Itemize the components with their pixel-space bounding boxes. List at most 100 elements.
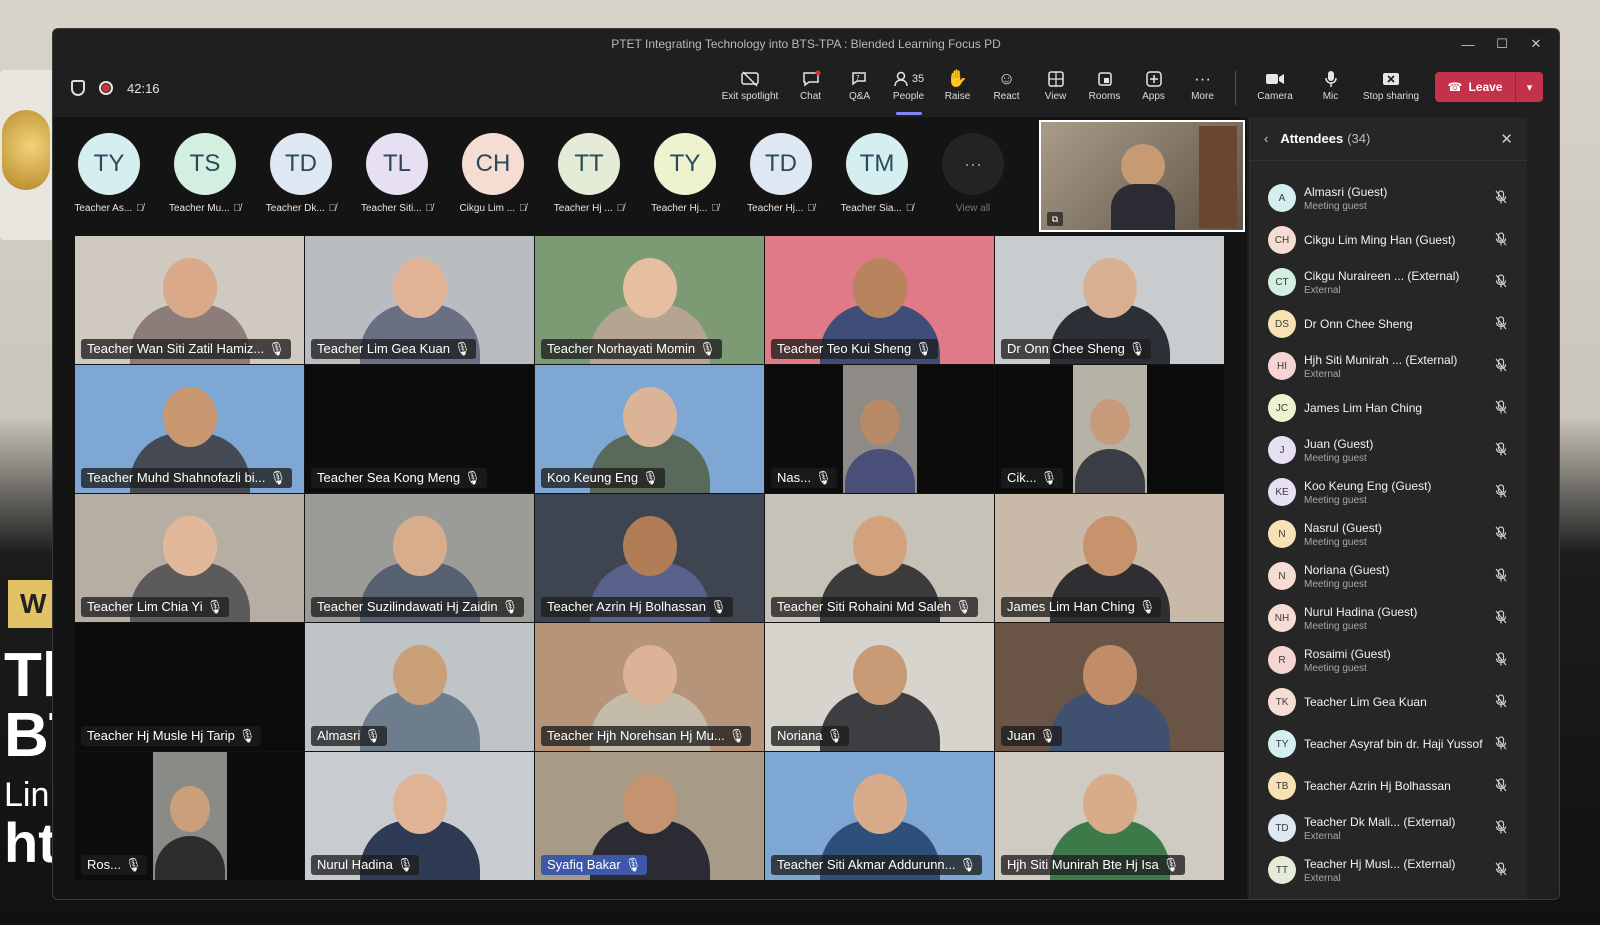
mic-off-icon: 🎙̸	[136, 203, 144, 214]
video-tile[interactable]: Teacher Azrin Hj Bolhassan 🎙	[535, 494, 765, 623]
spotlight-video[interactable]: ⧉	[1039, 120, 1245, 232]
back-chevron-icon[interactable]: ‹	[1264, 131, 1268, 146]
participant-face	[852, 516, 907, 576]
camera-button[interactable]: Camera	[1244, 67, 1306, 111]
avatar: R	[1268, 646, 1296, 674]
avatar: TK	[1268, 688, 1296, 716]
leave-options-button[interactable]: ▾	[1515, 72, 1543, 102]
attendee-name: Juan (Guest)	[1304, 436, 1374, 451]
attendee-text: Cikgu Nuraireen ... (External) External	[1304, 269, 1493, 296]
strip-participant[interactable]: TY Teacher Hj... 🎙̸	[637, 121, 733, 231]
video-tile[interactable]: Cik... 🎙	[995, 365, 1225, 494]
video-tile[interactable]: James Lim Han Ching 🎙	[995, 494, 1225, 623]
strip-participant-name: Teacher Hj ...	[553, 203, 613, 214]
chat-button[interactable]: Chat	[786, 67, 835, 111]
meeting-status: 42:16	[71, 80, 160, 96]
video-tile[interactable]: Dr Onn Chee Sheng 🎙	[995, 236, 1225, 365]
video-tile[interactable]: Teacher Muhd Shahnofazli bi... 🎙	[75, 365, 305, 494]
attendee-row[interactable]: A Almasri (Guest) Meeting guest	[1250, 177, 1527, 219]
people-button[interactable]: 35 People	[884, 67, 933, 115]
mic-button[interactable]: Mic	[1306, 67, 1355, 111]
more-button[interactable]: ··· More	[1178, 67, 1227, 111]
attendee-row[interactable]: DS Dr Onn Chee Sheng	[1250, 303, 1527, 345]
more-label: More	[1191, 91, 1214, 102]
attendee-row[interactable]: N Nasrul (Guest) Meeting guest	[1250, 513, 1527, 555]
attendee-row[interactable]: R Rosaimi (Guest) Meeting guest	[1250, 639, 1527, 681]
mic-icon: 🎙	[268, 341, 285, 356]
attendee-name: Koo Keung Eng (Guest)	[1304, 478, 1432, 493]
strip-participant-name: Teacher Siti...	[360, 203, 422, 214]
video-tile[interactable]: Teacher Sea Kong Meng 🎙	[305, 365, 535, 494]
strip-participant[interactable]: TY Teacher As... 🎙̸	[61, 121, 157, 231]
strip-participant[interactable]: TL Teacher Siti... 🎙̸	[349, 121, 445, 231]
rooms-button[interactable]: Rooms	[1080, 67, 1129, 111]
mic-off-icon	[1493, 525, 1509, 543]
video-tile[interactable]: Almasri 🎙	[305, 623, 535, 752]
video-tile[interactable]: Teacher Norhayati Momin 🎙	[535, 236, 765, 365]
video-tile[interactable]: Syafiq Bakar 🎙	[535, 752, 765, 881]
video-tile[interactable]: Juan 🎙	[995, 623, 1225, 752]
video-tile[interactable]: Noriana 🎙	[765, 623, 995, 752]
video-tile[interactable]: Nas... 🎙	[765, 365, 995, 494]
video-tile[interactable]: Teacher Suzilindawati Hj Zaidin 🎙	[305, 494, 535, 623]
stop-sharing-button[interactable]: Stop sharing	[1355, 67, 1427, 111]
attendee-row[interactable]: KE Koo Keung Eng (Guest) Meeting guest	[1250, 471, 1527, 513]
exit-spotlight-button[interactable]: Exit spotlight	[714, 67, 786, 111]
video-tile[interactable]: Teacher Siti Akmar Addurunn... 🎙	[765, 752, 995, 881]
qa-button[interactable]: ? Q&A	[835, 67, 884, 111]
video-tile[interactable]: Teacher Teo Kui Sheng 🎙	[765, 236, 995, 365]
attendees-list: A Almasri (Guest) Meeting guest CH Cikgu Lim…	[1250, 177, 1527, 891]
video-tile[interactable]: Koo Keung Eng 🎙	[535, 365, 765, 494]
video-tile[interactable]: Teacher Hj Musle Hj Tarip 🎙	[75, 623, 305, 752]
video-tile[interactable]: Ros... 🎙	[75, 752, 305, 881]
react-button[interactable]: ☺ React	[982, 67, 1031, 111]
attendee-text: Teacher Asyraf bin dr. Haji Yussof	[1304, 737, 1493, 751]
close-window-button[interactable]: ✕	[1519, 29, 1553, 59]
maximize-button[interactable]: ☐	[1485, 29, 1519, 59]
participant-name: Teacher Norhayati Momin	[547, 341, 696, 356]
raise-hand-button[interactable]: ✋ Raise	[933, 67, 982, 111]
attendee-row[interactable]: HI Hjh Siti Munirah ... (External) Externa…	[1250, 345, 1527, 387]
strip-participant[interactable]: TM Teacher Sia... 🎙̸	[829, 121, 925, 231]
attendee-row[interactable]: J Juan (Guest) Meeting guest	[1250, 429, 1527, 471]
view-button[interactable]: View	[1031, 67, 1080, 111]
attendee-role: Meeting guest	[1304, 662, 1367, 674]
strip-participant[interactable]: TD Teacher Dk... 🎙̸	[253, 121, 349, 231]
attendee-text: Teacher Azrin Hj Bolhassan	[1304, 779, 1493, 793]
attendee-row[interactable]: JC James Lim Han Ching	[1250, 387, 1527, 429]
attendee-row[interactable]: CT Cikgu Nuraireen ... (External) External	[1250, 261, 1527, 303]
video-tile[interactable]: Nurul Hadina 🎙	[305, 752, 535, 881]
minimize-button[interactable]: —	[1451, 29, 1485, 59]
apps-button[interactable]: Apps	[1129, 67, 1178, 111]
raise-label: Raise	[944, 91, 971, 102]
participant-name: Teacher Teo Kui Sheng	[777, 341, 912, 356]
chat-icon	[801, 67, 821, 91]
strip-participant[interactable]: TS Teacher Mu... 🎙̸	[157, 121, 253, 231]
attendee-row[interactable]: N Noriana (Guest) Meeting guest	[1250, 555, 1527, 597]
attendee-row[interactable]: TD Teacher Dk Mali... (External) External	[1250, 807, 1527, 849]
participant-name-tag: Teacher Lim Chia Yi 🎙	[81, 597, 230, 617]
attendee-row[interactable]: TT Teacher Hj Musl... (External) External	[1250, 849, 1527, 891]
strip-participant-name: Teacher Hj...	[651, 203, 708, 214]
strip-participant[interactable]: TT Teacher Hj ... 🎙̸	[541, 121, 637, 231]
leave-button[interactable]: ☎ Leave	[1435, 72, 1515, 102]
attendee-row[interactable]: TK Teacher Lim Gea Kuan	[1250, 681, 1527, 723]
strip-participant[interactable]: CH Cikgu Lim ... 🎙̸	[445, 121, 541, 231]
video-tile[interactable]: Teacher Lim Gea Kuan 🎙	[305, 236, 535, 365]
attendee-row[interactable]: TY Teacher Asyraf bin dr. Haji Yussof	[1250, 723, 1527, 765]
close-icon[interactable]: ✕	[1500, 130, 1513, 148]
view-all-button[interactable]: ··· View all	[925, 121, 1021, 231]
video-tile[interactable]: Teacher Lim Chia Yi 🎙	[75, 494, 305, 623]
strip-participant[interactable]: TD Teacher Hj... 🎙̸	[733, 121, 829, 231]
attendee-row[interactable]: TB Teacher Azrin Hj Bolhassan	[1250, 765, 1527, 807]
chevron-down-icon: ▾	[1526, 81, 1533, 94]
attendee-row[interactable]: NH Nurul Hadina (Guest) Meeting guest	[1250, 597, 1527, 639]
video-grid: Teacher Wan Siti Zatil Hamiz... 🎙 Teacher …	[75, 236, 1225, 881]
mic-icon: 🎙	[642, 470, 659, 485]
video-tile[interactable]: Hjh Siti Munirah Bte Hj Isa 🎙	[995, 752, 1225, 881]
video-tile[interactable]: Teacher Hjh Norehsan Hj Mu... 🎙	[535, 623, 765, 752]
shield-icon[interactable]	[71, 80, 85, 96]
video-tile[interactable]: Teacher Siti Rohaini Md Saleh 🎙	[765, 494, 995, 623]
attendee-row[interactable]: CH Cikgu Lim Ming Han (Guest)	[1250, 219, 1527, 261]
video-tile[interactable]: Teacher Wan Siti Zatil Hamiz... 🎙	[75, 236, 305, 365]
